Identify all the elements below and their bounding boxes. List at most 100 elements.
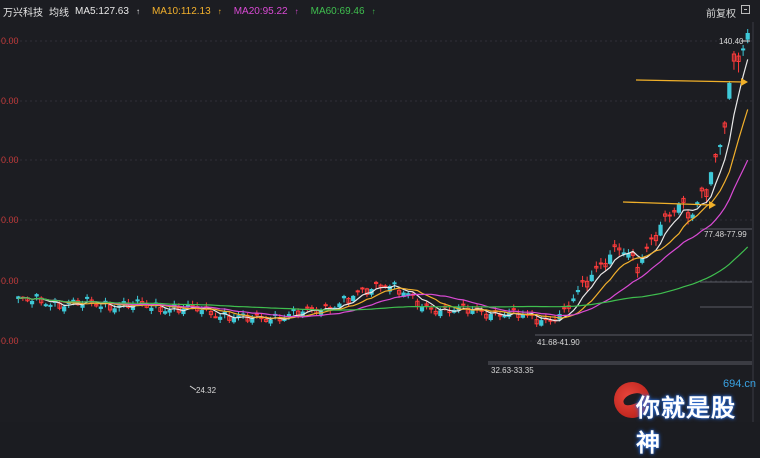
candle-body	[231, 317, 237, 323]
candle	[727, 80, 732, 100]
candle-body	[291, 308, 296, 312]
candle-body	[112, 308, 117, 313]
candle	[635, 263, 640, 278]
candle-body	[323, 304, 328, 307]
candle	[167, 306, 172, 317]
candle-body	[351, 295, 356, 302]
candle-body	[236, 315, 241, 318]
candle-body	[488, 314, 493, 321]
range-label-3: 77.48-77.99	[704, 230, 747, 239]
candle-body	[355, 290, 360, 293]
candle-body	[571, 298, 576, 302]
candle	[392, 280, 397, 289]
candle	[598, 258, 604, 270]
watermark-text: 你就是股神	[636, 394, 736, 457]
candle-body	[250, 318, 255, 323]
candle	[29, 299, 35, 308]
candle-body	[727, 82, 732, 99]
candle-body	[85, 296, 90, 299]
candle	[708, 171, 714, 186]
candle	[43, 302, 48, 308]
candle-body	[48, 304, 53, 307]
candle	[218, 313, 223, 323]
candle-body	[667, 214, 672, 217]
price-axis-label: 0.00	[1, 276, 19, 286]
candle-body	[268, 319, 273, 324]
candle-body	[658, 224, 663, 236]
candle-body	[502, 315, 507, 318]
candle-body	[575, 289, 581, 293]
price-axis-label: 0.00	[1, 96, 19, 106]
candle	[419, 303, 425, 313]
candle-body	[149, 307, 154, 311]
arrowhead-top-icon	[741, 78, 748, 86]
candle	[612, 240, 617, 252]
candle	[34, 293, 39, 301]
candle	[511, 304, 516, 314]
candle-body	[213, 316, 218, 319]
candle-body	[718, 145, 723, 148]
kline-chart[interactable]: 0.00 0.00 0.00 0.00 0.00 0.00 140.40 24.32 32.6…	[0, 0, 760, 422]
candle	[653, 231, 659, 246]
candle	[681, 195, 686, 209]
candle-body	[29, 300, 35, 305]
range-label-2: 41.68-41.90	[537, 338, 580, 347]
candle	[672, 207, 677, 217]
candle	[447, 307, 452, 317]
candle	[626, 249, 631, 260]
candle	[667, 211, 672, 223]
candle	[424, 301, 429, 310]
candle-body	[62, 306, 67, 312]
candle-body	[438, 310, 443, 317]
candle	[580, 275, 585, 287]
candle-body	[218, 316, 223, 320]
candle	[575, 285, 581, 295]
candle	[66, 299, 71, 309]
candle	[497, 310, 503, 321]
candle	[534, 315, 539, 327]
candle-body	[341, 295, 347, 299]
candle-body	[34, 294, 39, 297]
candle-body	[162, 311, 168, 314]
candle	[562, 303, 567, 313]
candle-body	[644, 246, 649, 249]
candle-body	[741, 48, 746, 51]
ma10-line	[18, 109, 749, 319]
candle	[699, 186, 704, 199]
range-label-1: 32.63-33.35	[491, 366, 534, 375]
candle	[617, 243, 622, 256]
candle-body	[286, 314, 292, 317]
candle	[98, 303, 103, 313]
candle	[741, 44, 746, 56]
candle	[731, 51, 737, 70]
candle	[236, 311, 241, 321]
candle-body	[598, 262, 604, 265]
candle-body	[676, 204, 681, 213]
candle	[341, 294, 347, 303]
watermark: 你就是股神 694.cn	[612, 378, 760, 457]
candle-body	[167, 309, 172, 313]
watermark-site: 694.cn	[722, 378, 756, 390]
candle	[479, 306, 484, 316]
candle-body	[745, 32, 750, 40]
candle	[644, 243, 649, 253]
candle	[291, 306, 296, 315]
candle	[607, 250, 613, 266]
candle-body	[360, 287, 365, 290]
low-price-label: 24.32	[196, 386, 217, 395]
candle-body	[511, 308, 516, 311]
candle-body	[607, 254, 613, 264]
candle	[736, 52, 741, 73]
price-axis-label: 0.00	[1, 215, 19, 225]
candle	[364, 287, 370, 298]
candle-body	[539, 320, 544, 326]
candle-body	[305, 306, 310, 309]
candle-body	[43, 304, 48, 307]
candle	[571, 294, 576, 303]
candle	[305, 304, 310, 312]
candle	[231, 314, 237, 324]
stock-chart-window: 万兴科技 均线 MA5:127.63 ↑ MA10:112.13 ↑ MA20:95…	[0, 0, 760, 457]
candle	[213, 312, 218, 319]
support-levels	[488, 228, 752, 365]
candle-body	[589, 274, 594, 282]
